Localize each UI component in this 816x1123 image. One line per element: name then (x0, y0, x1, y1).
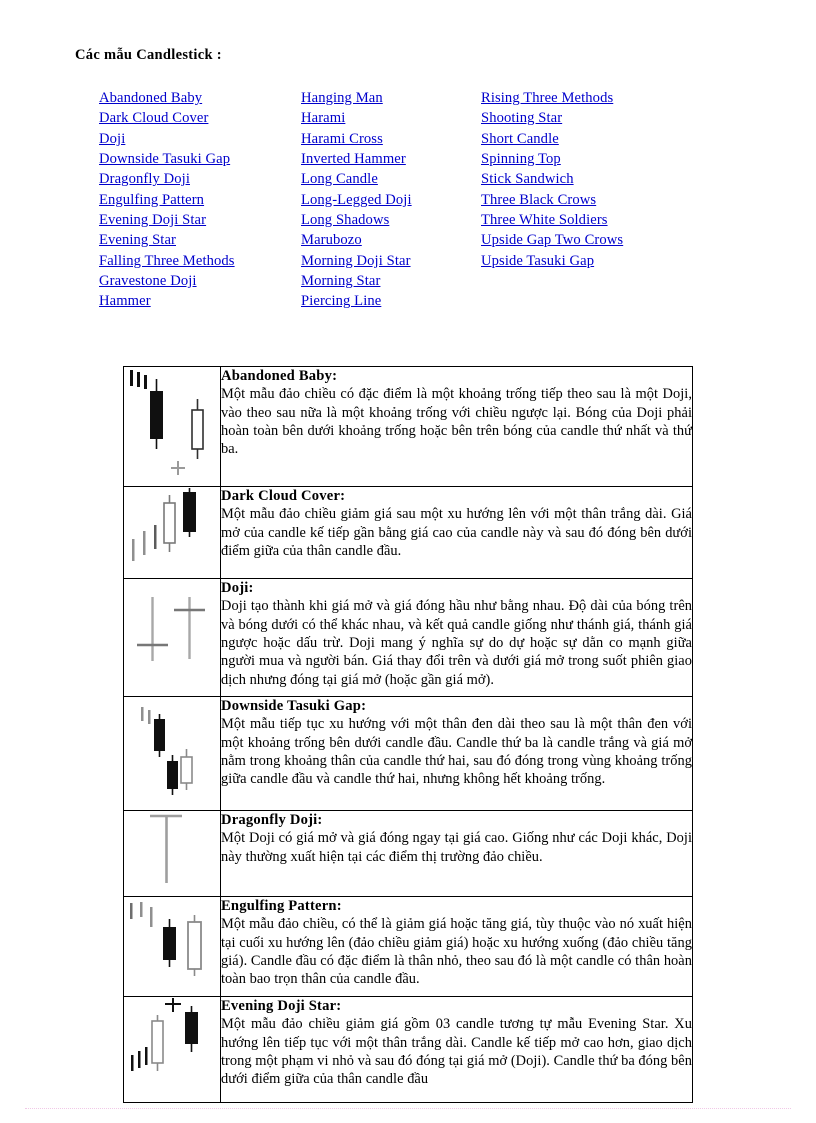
pattern-description: Doji tạo thành khi giá mở và giá đóng hầ… (221, 598, 692, 688)
index-link-short-candle[interactable]: Short Candle (481, 129, 711, 149)
index-link-three-black-crows[interactable]: Three Black Crows (481, 190, 711, 210)
index-link-dark-cloud-cover[interactable]: Dark Cloud Cover (99, 108, 301, 128)
index-link-long-candle[interactable]: Long Candle (301, 169, 481, 189)
table-row: Abandoned Baby: Một mẫu đảo chiều có đặc… (123, 366, 693, 487)
index-column-2: Hanging Man Harami Harami Cross Inverted… (301, 88, 481, 312)
pattern-name: Downside Tasuki Gap: (221, 698, 367, 714)
page-title: Các mẫu Candlestick : (75, 47, 222, 63)
candlestick-pattern-table: Abandoned Baby: Một mẫu đảo chiều có đặc… (123, 366, 693, 1103)
index-link-shooting-star[interactable]: Shooting Star (481, 108, 711, 128)
index-link-morning-doji-star[interactable]: Morning Doji Star (301, 251, 481, 271)
pattern-text-cell: Downside Tasuki Gap: Một mẫu tiếp tục xu… (220, 696, 693, 811)
pattern-figure-cell (123, 996, 221, 1103)
pattern-text-cell: Dark Cloud Cover: Một mẫu đảo chiều giảm… (220, 486, 693, 579)
index-link-spinning-top[interactable]: Spinning Top (481, 149, 711, 169)
dark-cloud-cover-chart (124, 487, 220, 578)
index-column-3: Rising Three Methods Shooting Star Short… (481, 88, 711, 312)
downside-tasuki-gap-chart (124, 697, 220, 810)
index-link-evening-doji-star[interactable]: Evening Doji Star (99, 210, 301, 230)
table-row: Downside Tasuki Gap: Một mẫu tiếp tục xu… (123, 696, 693, 811)
pattern-name: Dark Cloud Cover: (221, 488, 346, 504)
pattern-name: Doji: (221, 580, 254, 596)
pattern-description: Một mẫu đảo chiều giảm giá sau một xu hư… (221, 506, 692, 560)
pattern-name: Dragonfly Doji: (221, 812, 323, 828)
pattern-text-cell: Engulfing Pattern: Một mẫu đảo chiều, có… (220, 896, 693, 997)
index-link-long-legged-doji[interactable]: Long-Legged Doji (301, 190, 481, 210)
evening-doji-star-chart (124, 997, 220, 1102)
index-link-three-white-soldiers[interactable]: Three White Soldiers (481, 210, 711, 230)
index-link-harami[interactable]: Harami (301, 108, 481, 128)
pattern-description: Một mẫu đảo chiều giảm giá gồm 03 candle… (221, 1016, 692, 1088)
index-link-gravestone-doji[interactable]: Gravestone Doji (99, 271, 301, 291)
index-link-abandoned-baby[interactable]: Abandoned Baby (99, 88, 301, 108)
pattern-figure-cell (123, 578, 221, 697)
pattern-figure-cell (123, 896, 221, 997)
index-link-long-shadows[interactable]: Long Shadows (301, 210, 481, 230)
index-link-hammer[interactable]: Hammer (99, 291, 301, 311)
index-link-upside-tasuki-gap[interactable]: Upside Tasuki Gap (481, 251, 711, 271)
pattern-name: Engulfing Pattern: (221, 898, 342, 914)
pattern-name: Abandoned Baby: (221, 368, 338, 384)
index-link-piercing-line[interactable]: Piercing Line (301, 291, 481, 311)
doji-chart (124, 579, 220, 696)
pattern-description: Một mẫu tiếp tục xu hướng với một thân đ… (221, 716, 692, 788)
pattern-description: Một Doji có giá mở và giá đóng ngay tại … (221, 830, 692, 865)
index-link-inverted-hammer[interactable]: Inverted Hammer (301, 149, 481, 169)
table-row: Doji: Doji tạo thành khi giá mở và giá đ… (123, 578, 693, 697)
index-link-engulfing-pattern[interactable]: Engulfing Pattern (99, 190, 301, 210)
dragonfly-doji-chart (124, 811, 220, 896)
index-link-dragonfly-doji[interactable]: Dragonfly Doji (99, 169, 301, 189)
table-row: Dragonfly Doji: Một Doji có giá mở và gi… (123, 810, 693, 897)
index-column-1: Abandoned Baby Dark Cloud Cover Doji Dow… (99, 88, 301, 312)
pattern-figure-cell (123, 486, 221, 579)
pattern-figure-cell (123, 366, 221, 487)
index-link-harami-cross[interactable]: Harami Cross (301, 129, 481, 149)
pattern-description: Một mẫu đảo chiều có đặc điểm là một kho… (221, 386, 692, 458)
pattern-text-cell: Abandoned Baby: Một mẫu đảo chiều có đặc… (220, 366, 693, 487)
table-row: Engulfing Pattern: Một mẫu đảo chiều, có… (123, 896, 693, 997)
abandoned-baby-chart (124, 367, 220, 486)
pattern-figure-cell (123, 810, 221, 897)
index-link-morning-star[interactable]: Morning Star (301, 271, 481, 291)
pattern-text-cell: Dragonfly Doji: Một Doji có giá mở và gi… (220, 810, 693, 897)
pattern-figure-cell (123, 696, 221, 811)
index-link-hanging-man[interactable]: Hanging Man (301, 88, 481, 108)
index-link-stick-sandwich[interactable]: Stick Sandwich (481, 169, 711, 189)
pattern-name: Evening Doji Star: (221, 998, 342, 1014)
index-link-marubozo[interactable]: Marubozo (301, 230, 481, 250)
page-break-rule (25, 1108, 791, 1109)
index-link-evening-star[interactable]: Evening Star (99, 230, 301, 250)
index-link-falling-three-methods[interactable]: Falling Three Methods (99, 251, 301, 271)
index-link-rising-three-methods[interactable]: Rising Three Methods (481, 88, 711, 108)
index-link-downside-tasuki-gap[interactable]: Downside Tasuki Gap (99, 149, 301, 169)
index-link-doji[interactable]: Doji (99, 129, 301, 149)
index-link-upside-gap-two-crows[interactable]: Upside Gap Two Crows (481, 230, 711, 250)
pattern-index: Abandoned Baby Dark Cloud Cover Doji Dow… (99, 88, 719, 312)
engulfing-pattern-chart (124, 897, 220, 996)
table-row: Dark Cloud Cover: Một mẫu đảo chiều giảm… (123, 486, 693, 579)
pattern-text-cell: Doji: Doji tạo thành khi giá mở và giá đ… (220, 578, 693, 697)
table-row: Evening Doji Star: Một mẫu đảo chiều giả… (123, 996, 693, 1103)
pattern-text-cell: Evening Doji Star: Một mẫu đảo chiều giả… (220, 996, 693, 1103)
pattern-description: Một mẫu đảo chiều, có thể là giảm giá ho… (221, 916, 692, 988)
